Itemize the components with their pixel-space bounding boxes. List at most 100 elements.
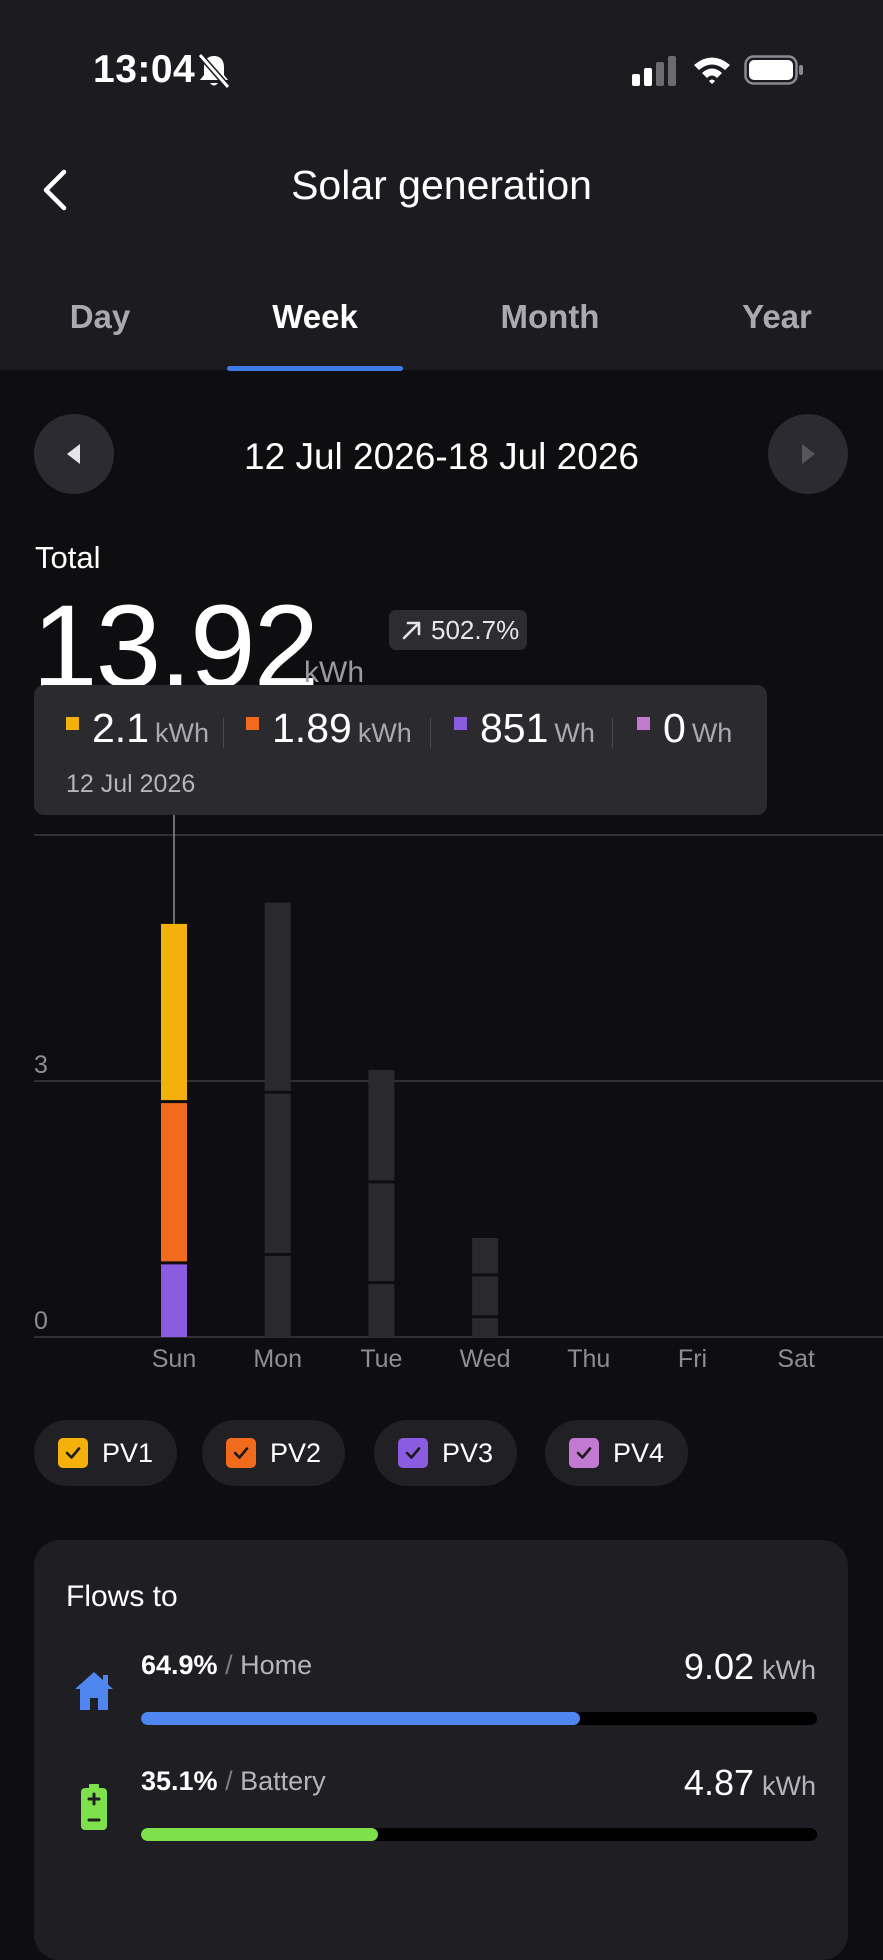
legend-chip-pv1[interactable]: PV1 [34,1420,178,1486]
battery-charge-icon [81,1784,107,1830]
status-bar: 13:04 [0,0,883,140]
triangle-right-icon [802,444,815,464]
tooltip-unit: kWh [357,718,412,748]
tooltip-divider [430,718,431,748]
tab-month[interactable]: Month [486,298,614,336]
tooltip-unit: Wh [554,718,595,748]
legend-chip-pv2[interactable]: PV2 [202,1420,346,1486]
legend-label: PV4 [613,1437,665,1468]
flow-unit: kWh [762,1655,816,1685]
date-range-label: 12 Jul 2026-18 Jul 2026 [244,436,639,477]
pv4-swatch [637,717,650,730]
checkbox-checked-icon [226,1438,256,1468]
x-tick-label: Fri [678,1345,707,1373]
tooltip-item-pv1: 2.1 kWh [66,705,209,755]
tooltip-item-pv3: 851 Wh [454,705,595,755]
pv2-swatch [246,717,259,730]
x-tick-label: Sat [777,1345,815,1373]
flow-bar-fill [141,1828,379,1841]
flow-separator: / [225,1650,233,1680]
date-range-row: 12 Jul 2026-18 Jul 2026 [0,414,883,496]
header-area: 13:04 Solar generation Day Week Month Ye… [0,0,883,371]
tooltip-divider [612,718,613,748]
flow-separator: / [225,1766,233,1796]
tab-day[interactable]: Day [58,298,142,336]
flow-amount: 9.02 kWh [684,1646,816,1688]
flow-value: 4.87 [683,1762,754,1803]
pv3-swatch [454,717,467,730]
bar-segment-pv3 [264,1255,291,1337]
bell-muted-icon [197,53,231,89]
flow-bar-fill [141,1712,580,1725]
chart-canvas: 0 3 Sun Mon Tue Wed Thu Fri Sat [34,815,883,1373]
tab-week[interactable]: Week [255,298,375,336]
flow-row-battery[interactable]: 35.1% / Battery 4.87 kWh [34,1762,848,1866]
flow-bar-track [141,1828,817,1841]
active-tab-indicator [227,366,403,371]
tooltip-value: 2.1 [92,705,149,751]
signal-icon [632,56,676,86]
total-label: Total [35,540,101,575]
wifi-icon [694,57,730,84]
change-badge: 502.7% [389,610,528,650]
flow-percent-line: 35.1% / Battery [141,1766,326,1797]
x-tick-label: Tue [360,1345,402,1373]
bar-segment-pv1 [264,902,291,1091]
legend-label: PV1 [102,1437,154,1468]
next-period-button[interactable] [768,414,848,494]
tooltip-value: 1.89 [272,705,352,751]
flow-bar-track [141,1712,817,1725]
tooltip-unit: kWh [155,718,209,748]
x-tick-label: Sun [152,1345,196,1373]
bar-segment-pv1 [472,1238,499,1274]
tooltip-value: 0 [663,705,686,751]
bar-segment-pv1 [161,923,187,1101]
legend-chip-pv4[interactable]: PV4 [545,1420,689,1486]
x-tick-label: Thu [567,1345,610,1373]
pv1-swatch [66,717,79,730]
bar-segment-pv3 [161,1264,187,1337]
generation-chart: 0 3 Sun Mon Tue Wed Thu Fri Sat [0,815,883,1375]
flows-card: Flows to 64.9% / Home 9.02 kWh 35.1% / Ba… [34,1540,848,1960]
period-tabs: Day Week Month Year [0,280,883,371]
checkbox-checked-icon [58,1438,88,1468]
flow-percent: 35.1% [141,1766,218,1796]
tooltip-value: 851 [480,705,549,751]
flow-unit: kWh [762,1771,816,1801]
chart-tooltip: 2.1 kWh 1.89 kWh 851 Wh 0 Wh 12 Jul 2026 [34,685,767,815]
y-tick-label: 3 [34,1051,48,1079]
bar-segment-pv2 [264,1093,291,1253]
home-icon [75,1672,113,1710]
flow-percent-line: 64.9% / Home [141,1650,312,1681]
bar-segment-pv2 [472,1276,499,1316]
x-tick-label: Mon [253,1345,302,1373]
y-tick-label: 0 [34,1307,48,1335]
tooltip-date: 12 Jul 2026 [66,770,196,798]
battery-icon [744,55,803,85]
checkbox-checked-icon [398,1438,428,1468]
change-percent: 502.7% [431,614,520,645]
tooltip-divider [223,718,224,748]
flow-amount: 4.87 kWh [684,1762,816,1804]
flow-name: Home [240,1650,313,1680]
flow-row-home[interactable]: 64.9% / Home 9.02 kWh [34,1646,848,1750]
flow-name: Battery [240,1766,326,1796]
bar-segment-pv2 [368,1183,395,1282]
arrow-up-right-icon [402,621,421,640]
tooltip-unit: Wh [691,718,733,748]
bar-segment-pv3 [472,1318,499,1337]
tooltip-item-pv2: 1.89 kWh [246,705,412,755]
flow-value: 9.02 [683,1646,754,1687]
legend-chip-pv3[interactable]: PV3 [374,1420,518,1486]
flows-title: Flows to [66,1580,178,1613]
bar-segment-pv1 [368,1069,395,1181]
legend-label: PV3 [442,1437,494,1468]
nav-bar: Solar generation [0,140,883,240]
x-tick-label: Wed [460,1345,511,1373]
bar-segment-pv3 [368,1284,395,1337]
status-time: 13:04 [93,48,196,91]
tab-year[interactable]: Year [730,298,824,336]
bar-segment-pv2 [161,1103,187,1262]
legend-label: PV2 [270,1437,322,1468]
checkbox-checked-icon [569,1438,599,1468]
